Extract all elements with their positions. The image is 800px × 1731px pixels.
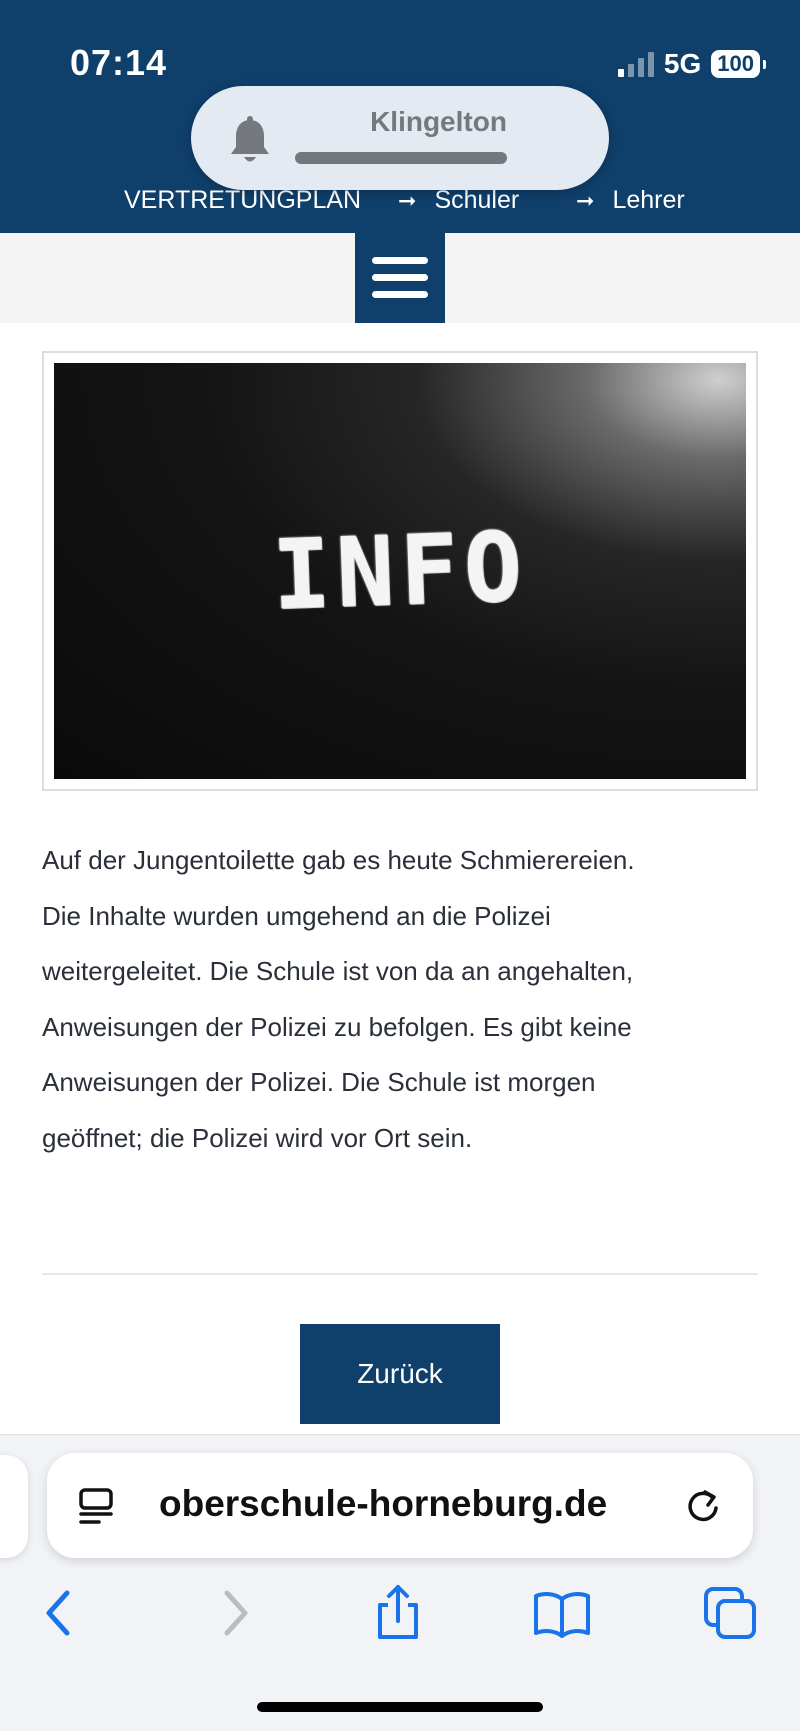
nav-item-label: Schuler — [434, 186, 520, 214]
site-header: 07:14 5G 100 VERTRETUNGPLAN ➞ Schuler ➞ Le… — [0, 0, 800, 233]
bell-icon — [231, 116, 269, 162]
back-button[interactable]: Zurück — [300, 1324, 500, 1424]
nav-item-lehrer[interactable]: ➞ Lehrer — [576, 186, 685, 215]
status-indicators: 5G 100 — [617, 48, 766, 80]
book-icon — [534, 1592, 590, 1638]
top-navigation: VERTRETUNGPLAN ➞ Schuler ➞ Lehrer — [0, 186, 800, 220]
tabs-button[interactable] — [700, 1583, 760, 1643]
ringer-label: Klingelton — [370, 106, 507, 137]
network-type: 5G — [663, 48, 702, 79]
forward-nav-button[interactable] — [203, 1583, 263, 1643]
tabs-icon — [704, 1587, 756, 1639]
chevron-right-icon — [224, 1590, 248, 1636]
reload-icon[interactable] — [683, 1486, 723, 1526]
status-time: 07:14 — [70, 42, 168, 83]
ringer-hud: Klingelton — [191, 86, 609, 190]
article-line: Auf der Jungentoilette gab es heute Schm… — [42, 845, 635, 875]
article-line: Anweisungen der Polizei zu befolgen. Es … — [42, 1011, 632, 1042]
home-indicator — [257, 1702, 543, 1712]
article-line: geöffnet; die Polizei wird vor Ort sein. — [42, 1122, 473, 1153]
hamburger-icon — [372, 257, 428, 264]
chalkboard-image: INFO — [54, 363, 746, 779]
ringer-volume-bar — [295, 152, 507, 164]
share-button[interactable] — [368, 1583, 428, 1643]
chalk-text: INFO — [270, 510, 530, 632]
article-line: Die Inhalte wurden umgehend an die Poliz… — [42, 900, 551, 931]
previous-tab-peek[interactable] — [0, 1455, 28, 1558]
share-icon — [378, 1585, 418, 1639]
arrow-right-icon: ➞ — [576, 188, 595, 213]
hamburger-icon — [372, 291, 428, 298]
back-nav-button[interactable] — [31, 1583, 91, 1643]
nav-item-label: Lehrer — [612, 186, 685, 214]
chevron-left-icon — [46, 1590, 70, 1636]
divider — [42, 1273, 758, 1275]
article-line: Anweisungen der Polizei. Die Schule ist … — [42, 1067, 596, 1097]
page-menu-icon[interactable] — [77, 1486, 117, 1526]
info-image: INFO — [42, 351, 758, 791]
nav-item-schuler[interactable]: ➞ Schuler — [398, 186, 519, 215]
nav-item-vertretungsplan[interactable]: VERTRETUNGPLAN — [124, 186, 361, 215]
battery-level: 100 — [711, 50, 766, 78]
bookmarks-button[interactable] — [532, 1583, 592, 1643]
arrow-right-icon: ➞ — [398, 188, 417, 213]
url-text[interactable]: oberschule-horneburg.de — [159, 1483, 607, 1525]
menu-button[interactable] — [355, 233, 445, 323]
hamburger-icon — [372, 274, 428, 281]
address-bar[interactable]: oberschule-horneburg.de — [47, 1453, 753, 1558]
article-line: weitergeleitet. Die Schule ist von da an… — [42, 956, 634, 986]
cellular-signal-icon — [617, 51, 654, 77]
article-body: Auf der Jungentoilette gab es heute Schm… — [42, 833, 758, 1166]
